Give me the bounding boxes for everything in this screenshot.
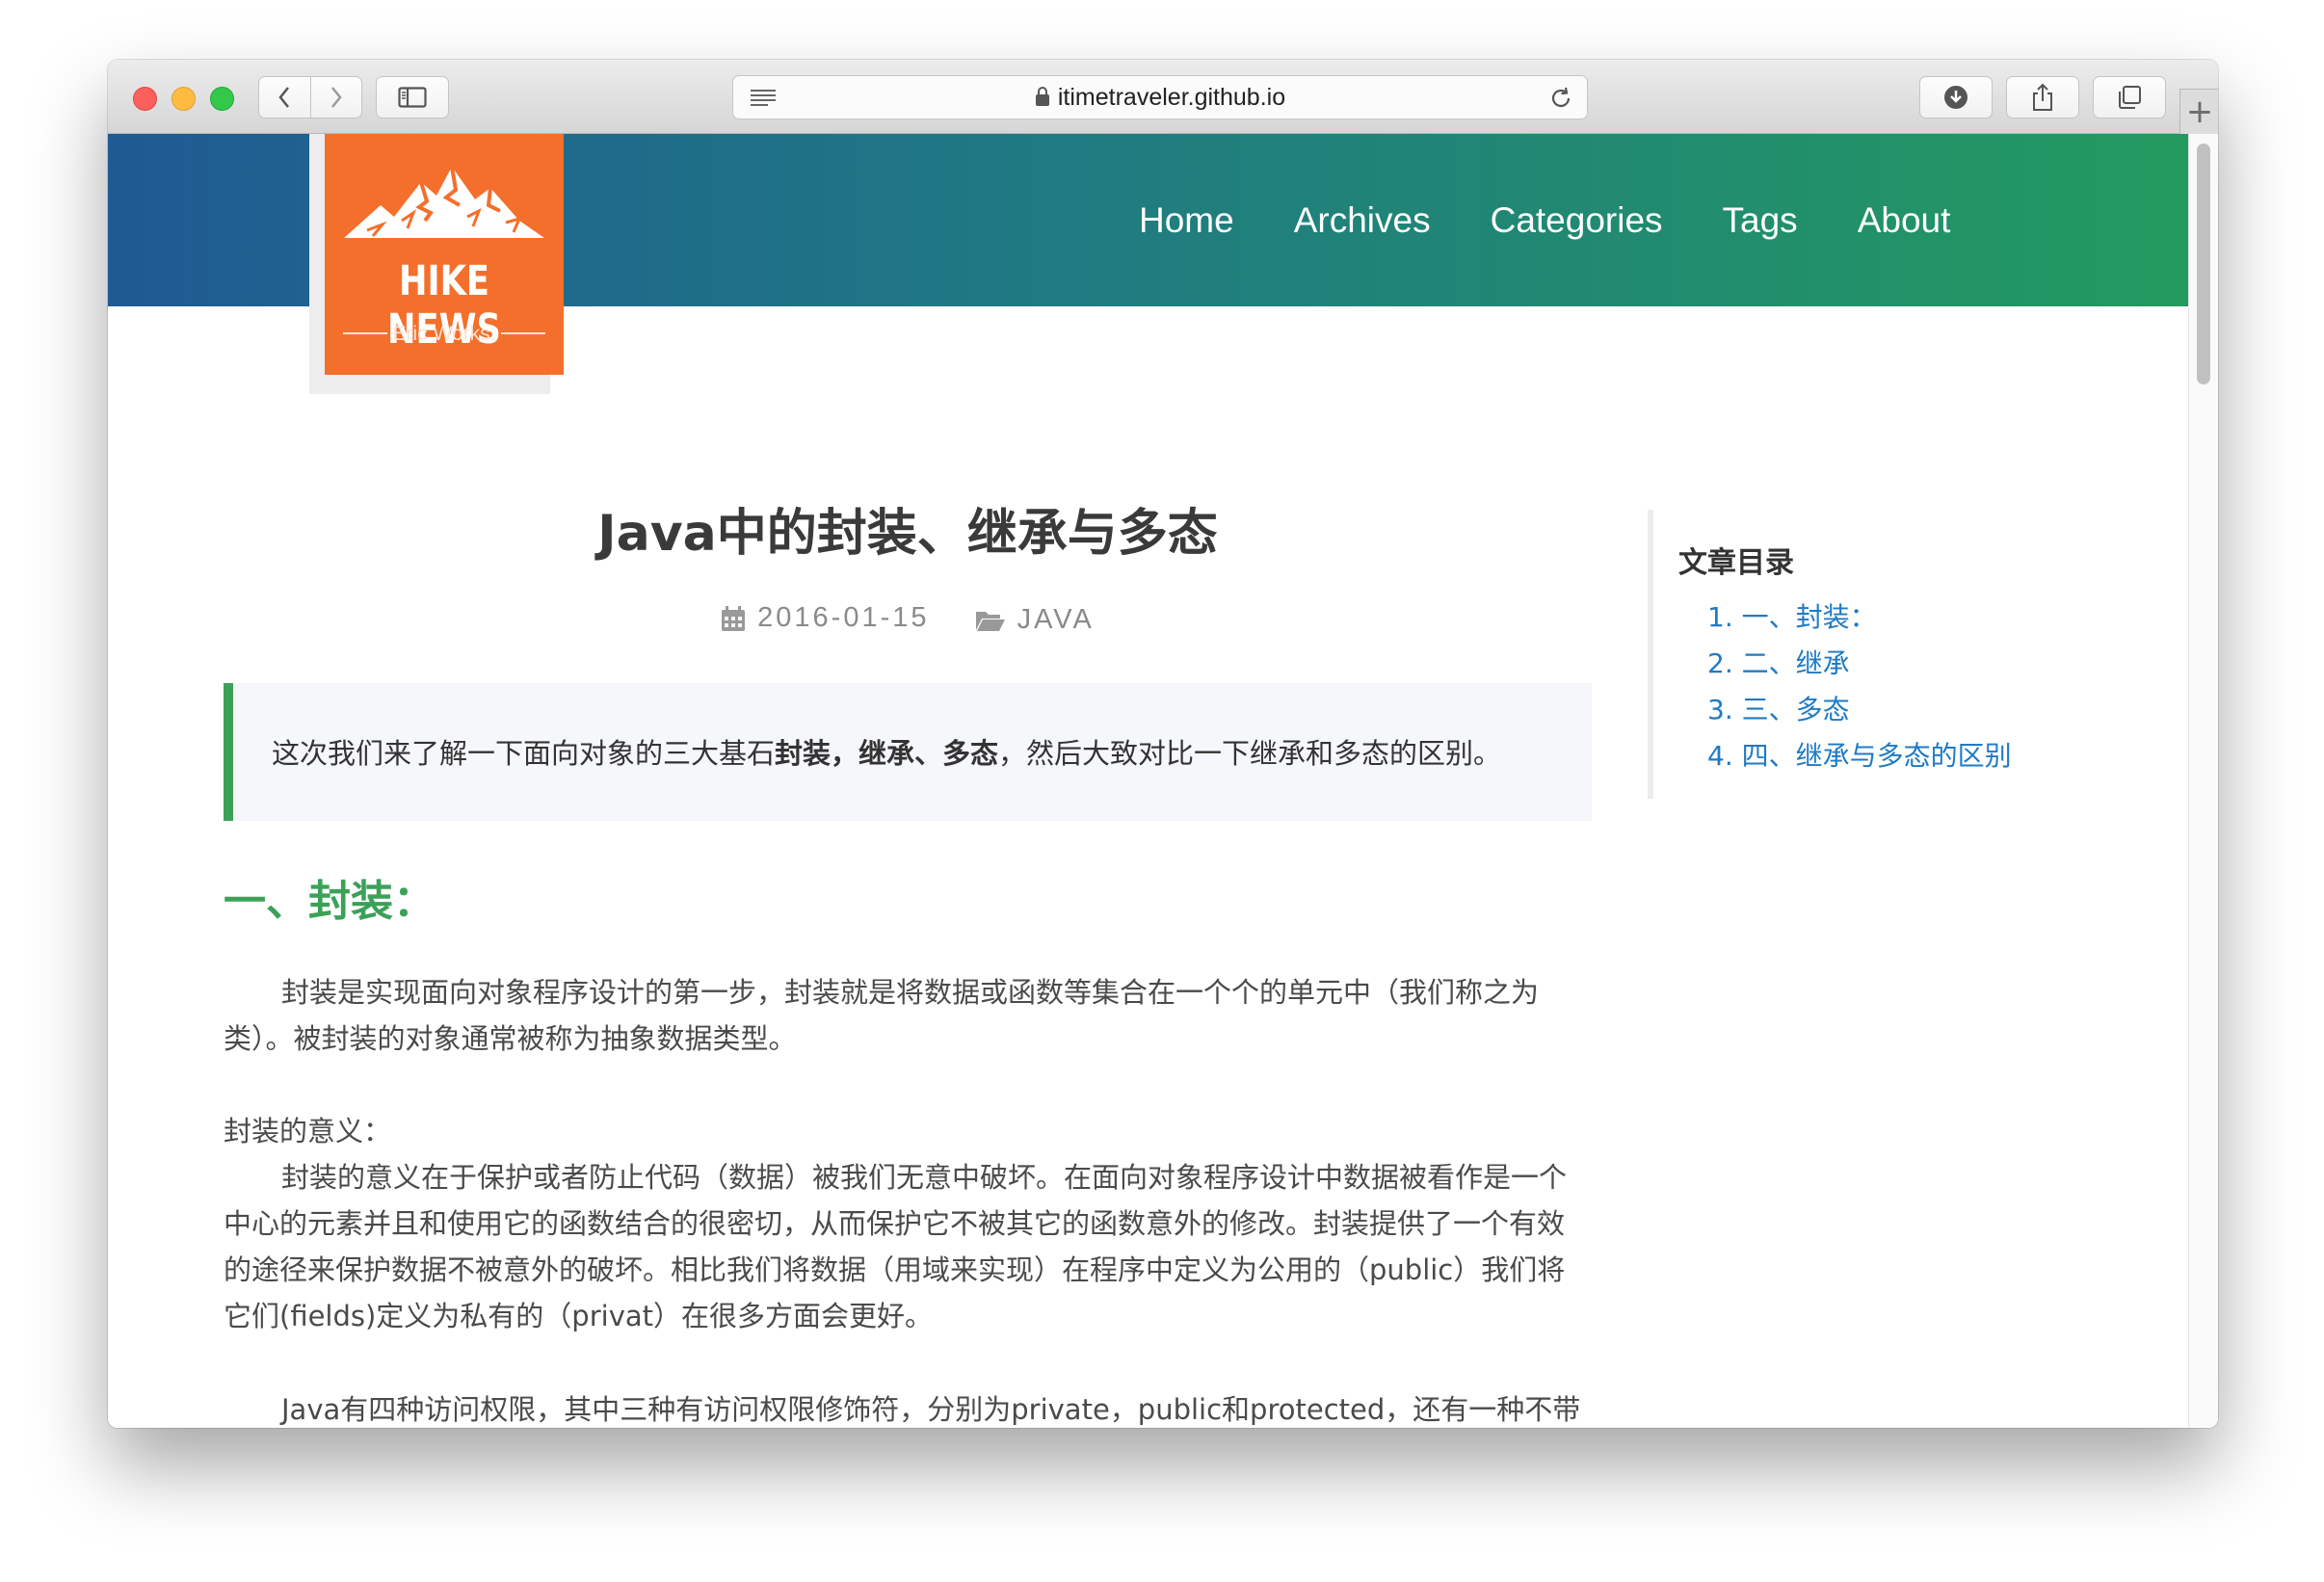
show-tabs-button[interactable] <box>2093 76 2166 119</box>
nav-categories[interactable]: Categories <box>1491 200 1663 241</box>
intro-text-start: 这次我们来了解一下面向对象的三大基石 <box>272 737 776 770</box>
url-display[interactable]: itimetraveler.github.io <box>733 76 1587 119</box>
intro-text-bold: 封装，继承、多态 <box>775 737 999 770</box>
post-date-text: 2016-01-15 <box>757 602 930 633</box>
brand-tagline: Eric Works. <box>325 323 564 346</box>
close-window-button[interactable] <box>133 87 157 111</box>
reload-icon[interactable] <box>1548 86 1573 115</box>
nav-home[interactable]: Home <box>1139 200 1234 241</box>
chevron-left-icon <box>278 87 290 108</box>
toc-item-3[interactable]: 3. 三、多态 <box>1707 687 2012 733</box>
tagline-text: Eric Works. <box>392 323 496 345</box>
new-tab-button[interactable]: + <box>2179 89 2218 134</box>
site-logo[interactable]: HIKE NEWS Eric Works. <box>325 134 564 375</box>
share-icon <box>2033 83 2052 111</box>
minimize-window-button[interactable] <box>172 87 196 111</box>
table-of-contents: 文章目录 1. 一、封装： 2. 二、继承 3. 三、多态 4. 四、继承与多态… <box>1648 510 2052 799</box>
sidebar-toggle-button[interactable] <box>376 76 449 119</box>
browser-toolbar: itimetraveler.github.io + <box>108 60 2218 134</box>
history-nav-group <box>258 76 362 119</box>
paragraph-meaning: 封装的意义在于保护或者防止代码（数据）被我们无意中破坏。在面向对象程序设计中数据… <box>224 1161 1568 1332</box>
nav-about[interactable]: About <box>1858 200 1951 241</box>
post-category[interactable]: JAVA <box>975 604 1095 636</box>
nav-archives[interactable]: Archives <box>1294 200 1431 241</box>
tabs-overview-icon <box>2119 86 2141 109</box>
chevron-right-icon <box>330 87 342 108</box>
lock-icon <box>1035 78 1050 120</box>
post-title: Java中的封装、继承与多态 <box>597 505 1218 563</box>
vertical-scrollbar[interactable] <box>2188 134 2218 1428</box>
mountain-icon <box>344 166 544 238</box>
site-logo-frame: HIKE NEWS Eric Works. <box>309 134 564 394</box>
main-nav: Home Archives Categories Tags About <box>1139 134 2010 306</box>
address-bar[interactable]: itimetraveler.github.io <box>732 75 1588 119</box>
sidebar-icon <box>398 87 427 108</box>
downloads-button[interactable] <box>1919 76 1993 119</box>
post-date: 2016-01-15 <box>721 602 929 634</box>
toc-item-4[interactable]: 4. 四、继承与多态的区别 <box>1707 733 2012 779</box>
zoom-window-button[interactable] <box>210 87 234 111</box>
toc-title: 文章目录 <box>1678 546 1794 580</box>
download-icon <box>1944 86 1967 109</box>
toc-item-1[interactable]: 1. 一、封装： <box>1707 594 2012 641</box>
share-button[interactable] <box>2006 76 2079 119</box>
intro-blockquote: 这次我们来了解一下面向对象的三大基石封装，继承、多态，然后大致对比一下继承和多态… <box>224 683 1592 821</box>
intro-text-end: ，然后大致对比一下继承和多态的区别。 <box>998 737 1502 770</box>
plus-icon: + <box>2185 92 2214 131</box>
toc-item-2[interactable]: 2. 二、继承 <box>1707 641 2012 687</box>
nav-tags[interactable]: Tags <box>1723 200 1798 241</box>
page-viewport: Home Archives Categories Tags About HIKE… <box>108 134 2218 1428</box>
folder-open-icon <box>975 611 1005 631</box>
meaning-label: 封装的意义： <box>224 1115 392 1147</box>
toc-list: 1. 一、封装： 2. 二、继承 3. 三、多态 4. 四、继承与多态的区别 <box>1707 594 2012 779</box>
section-heading: 一、封装： <box>224 877 436 926</box>
url-text: itimetraveler.github.io <box>1057 84 1286 111</box>
post-meta: 2016-01-15 JAVA <box>224 602 1592 640</box>
forward-button[interactable] <box>311 77 362 118</box>
intro-text: 这次我们来了解一下面向对象的三大基石封装，继承、多态，然后大致对比一下继承和多态… <box>272 731 1501 772</box>
browser-window: itimetraveler.github.io + Home Archives … <box>108 60 2218 1428</box>
back-button[interactable] <box>259 77 311 118</box>
calendar-icon <box>722 605 746 631</box>
paragraph-access: Java有四种访问权限，其中三种有访问权限修饰符，分别为private，publ… <box>281 1393 1581 1426</box>
paragraph-encapsulation: 封装是实现面向对象程序设计的第一步，封装就是将数据或函数等集合在一个个的单元中（… <box>224 976 1540 1055</box>
scrollbar-thumb[interactable] <box>2197 144 2210 384</box>
post-category-text: JAVA <box>1017 604 1095 635</box>
